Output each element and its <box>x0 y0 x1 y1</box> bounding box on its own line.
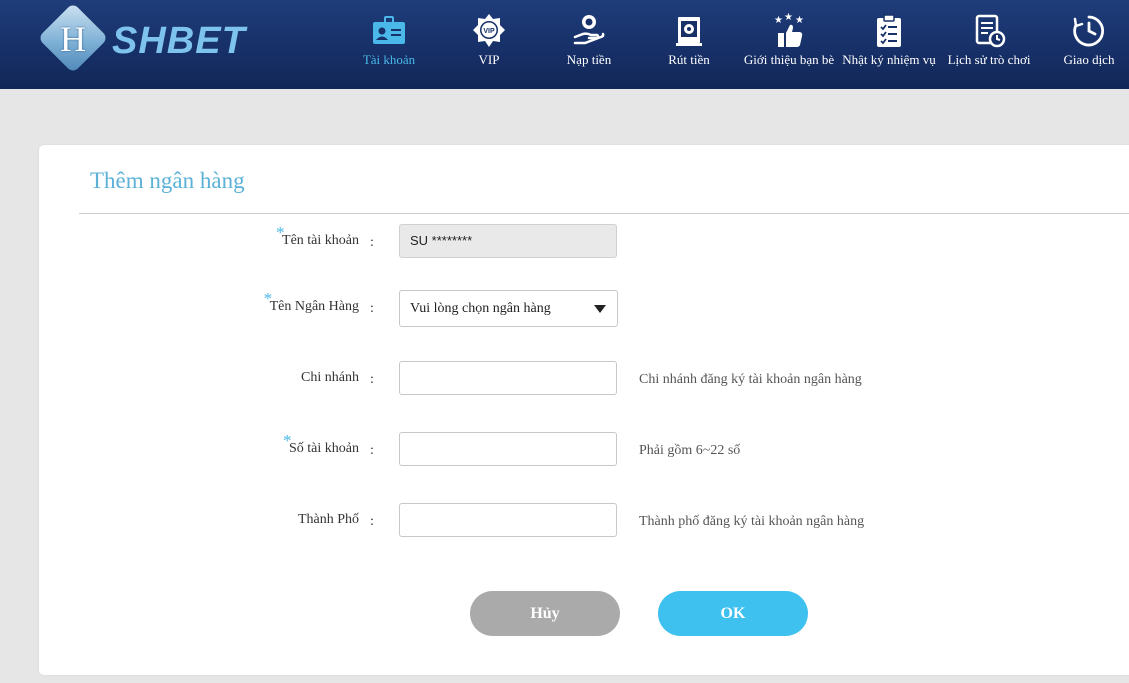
nav-item-vip[interactable]: VIP VIP <box>439 8 539 78</box>
label-colon: : <box>370 443 374 458</box>
branch-row: Chi nhánh : Chi nhánh đăng ký tài khoản … <box>39 361 1129 401</box>
svg-text:★: ★ <box>774 15 783 26</box>
title-divider <box>79 213 1129 214</box>
transaction-clock-icon <box>1073 15 1105 47</box>
add-bank-panel: Thêm ngân hàng * Tên tài khoản : SU ****… <box>39 145 1129 675</box>
account-number-hint: Phải gồm 6~22 số <box>639 443 741 458</box>
city-hint: Thành phố đăng ký tài khoản ngân hàng <box>639 514 865 529</box>
logo-monogram: H <box>60 19 86 59</box>
label-colon: : <box>370 301 374 316</box>
branch-input[interactable] <box>399 361 617 395</box>
nav-item-deposit[interactable]: Nạp tiền <box>539 8 639 78</box>
ok-button[interactable]: OK <box>658 591 808 636</box>
branch-label: Chi nhánh <box>301 370 359 385</box>
account-number-row: * Số tài khoản : Phải gồm 6~22 số <box>39 431 1129 472</box>
bank-name-select-value: Vui lòng chọn ngân hàng <box>410 301 551 316</box>
city-row: Thành Phố : Thành phố đăng ký tài khoản … <box>39 503 1129 543</box>
svg-text:★: ★ <box>795 15 804 26</box>
account-name-label-text: Tên tài khoản <box>282 233 359 248</box>
account-name-row: * Tên tài khoản : SU ******** <box>39 223 1129 264</box>
nav-item-task-log[interactable]: Nhật ký nhiệm vụ <box>839 8 939 78</box>
bank-name-row: * Tên Ngân Hàng : Vui lòng chọn ngân hàn… <box>39 289 1129 330</box>
dropdown-arrow-icon <box>594 305 606 313</box>
city-input[interactable] <box>399 503 617 537</box>
account-number-label-text: Số tài khoản <box>289 441 359 456</box>
game-history-icon <box>975 14 1006 48</box>
branch-hint: Chi nhánh đăng ký tài khoản ngân hàng <box>639 372 862 387</box>
referral-thumbs-up-icon: ★ ★ ★ <box>774 13 804 47</box>
task-clipboard-icon <box>877 14 901 47</box>
withdraw-safe-icon <box>676 17 702 46</box>
required-marker: * <box>263 289 273 308</box>
page-title: Thêm ngân hàng <box>90 168 245 193</box>
required-marker: * <box>276 223 285 242</box>
nav-item-account[interactable]: Tài khoản <box>339 8 439 78</box>
nav-label: Giao dịch <box>1063 52 1115 67</box>
bank-name-label: * Tên Ngân Hàng <box>264 289 359 315</box>
svg-text:VIP: VIP <box>483 28 495 35</box>
label-colon: : <box>370 372 374 387</box>
nav-item-game-history[interactable]: Lịch sử trò chơi <box>939 8 1039 78</box>
top-navigation-bar: H SHBET Tài khoản VIP VIP Nạp tiền Rút t… <box>0 0 1129 89</box>
city-label: Thành Phố <box>297 512 359 527</box>
nav-item-withdraw[interactable]: Rút tiền <box>639 8 739 78</box>
nav-item-transactions[interactable]: Giao dịch <box>1039 8 1129 78</box>
label-colon: : <box>370 514 374 529</box>
account-name-field: SU ******** <box>399 224 617 258</box>
svg-text:★: ★ <box>784 13 793 23</box>
bank-name-label-text: Tên Ngân Hàng <box>269 299 359 314</box>
label-colon: : <box>370 235 374 250</box>
cancel-button[interactable]: Hủy <box>470 591 620 636</box>
brand-logo[interactable]: H SHBET <box>37 2 258 76</box>
account-card-icon <box>373 16 405 44</box>
deposit-hand-coin-icon <box>573 15 605 45</box>
vip-badge-icon: VIP <box>473 14 505 47</box>
bank-name-select[interactable]: Vui lòng chọn ngân hàng <box>399 290 618 327</box>
required-marker: * <box>283 431 292 450</box>
account-number-input[interactable] <box>399 432 617 466</box>
account-name-label: * Tên tài khoản <box>276 223 359 249</box>
nav-item-referral[interactable]: ★ ★ ★ Giới thiệu bạn bè <box>739 8 839 78</box>
logo-wordmark: SHBET <box>112 20 246 62</box>
account-number-label: * Số tài khoản <box>283 431 359 457</box>
